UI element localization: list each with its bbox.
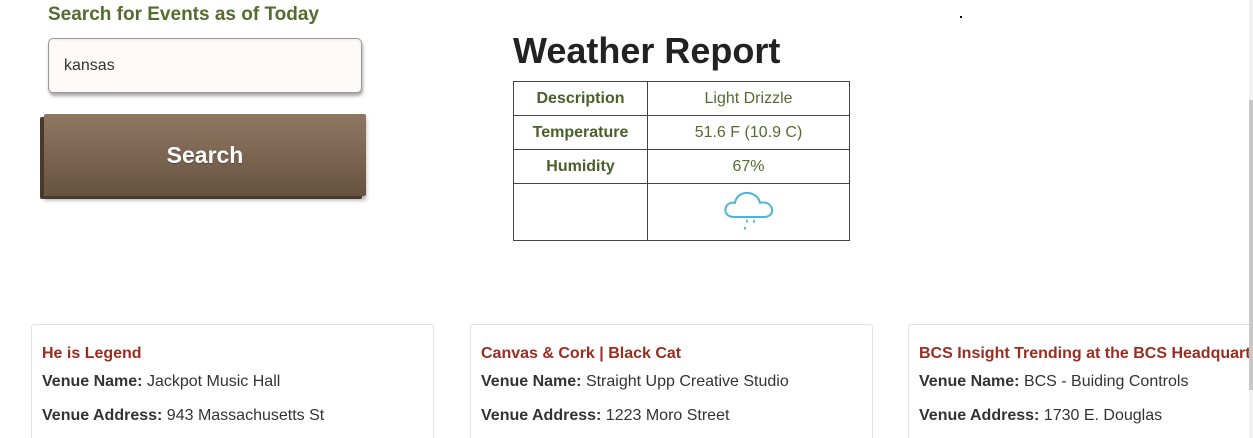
venue-name: BCS - Buiding Controls: [1023, 373, 1189, 390]
venue-name: Straight Upp Creative Studio: [585, 373, 789, 390]
event-title[interactable]: He is Legend: [42, 345, 423, 363]
event-title[interactable]: Canvas & Cork | Black Cat: [481, 345, 862, 363]
venue-name-label: Venue Name:: [919, 373, 1020, 390]
weather-row-description: Description Light Drizzle: [513, 81, 850, 116]
venue-address-label: Venue Address:: [42, 407, 163, 424]
event-card: He is Legend Venue Name: Jackpot Music H…: [31, 324, 434, 438]
weather-value: 67%: [647, 149, 850, 184]
weather-row-icon: [513, 183, 850, 241]
weather-row-humidity: Humidity 67%: [513, 149, 850, 184]
venue-address-label: Venue Address:: [919, 407, 1040, 424]
venue-address: 943 Massachusetts St: [166, 407, 325, 424]
venue-name-label: Venue Name:: [42, 373, 143, 390]
weather-table: Description Light Drizzle Temperature 51…: [513, 81, 850, 241]
event-card: BCS Insight Trending at the BCS Headquar…: [908, 324, 1253, 438]
page: Search for Events as of Today Search Wea…: [0, 0, 1253, 438]
venue-name-line: Venue Name: Straight Upp Creative Studio: [481, 373, 862, 391]
weather-value: Light Drizzle: [647, 81, 850, 116]
venue-address-label: Venue Address:: [481, 407, 602, 424]
scrollbar-thumb[interactable]: [1249, 100, 1253, 390]
search-input[interactable]: [48, 38, 362, 93]
venue-name-label: Venue Name:: [481, 373, 582, 390]
rain-cloud-icon: [721, 191, 777, 238]
venue-address-line: Venue Address: 943 Massachusetts St: [42, 407, 423, 425]
weather-icon-empty-cell: [513, 183, 648, 241]
event-title[interactable]: BCS Insight Trending at the BCS Headquar…: [919, 345, 1253, 363]
venue-name-line: Venue Name: Jackpot Music Hall: [42, 373, 423, 391]
venue-name: Jackpot Music Hall: [146, 373, 281, 390]
venue-address-line: Venue Address: 1730 E. Douglas: [919, 407, 1243, 425]
weather-label: Description: [513, 81, 648, 116]
weather-label: Humidity: [513, 149, 648, 184]
weather-icon-cell: [647, 183, 850, 241]
weather-value: 51.6 F (10.9 C): [647, 115, 850, 150]
weather-report-title: Weather Report: [513, 30, 781, 71]
venue-address: 1223 Moro Street: [605, 407, 730, 424]
weather-row-temperature: Temperature 51.6 F (10.9 C): [513, 115, 850, 150]
search-button[interactable]: Search: [44, 114, 366, 196]
venue-address: 1730 E. Douglas: [1043, 407, 1163, 424]
venue-address-line: Venue Address: 1223 Moro Street: [481, 407, 862, 425]
search-heading: Search for Events as of Today: [48, 4, 320, 25]
event-card: Canvas & Cork | Black Cat Venue Name: St…: [470, 324, 873, 438]
weather-label: Temperature: [513, 115, 648, 150]
venue-name-line: Venue Name: BCS - Buiding Controls: [919, 373, 1243, 391]
stray-dot: [960, 16, 962, 18]
